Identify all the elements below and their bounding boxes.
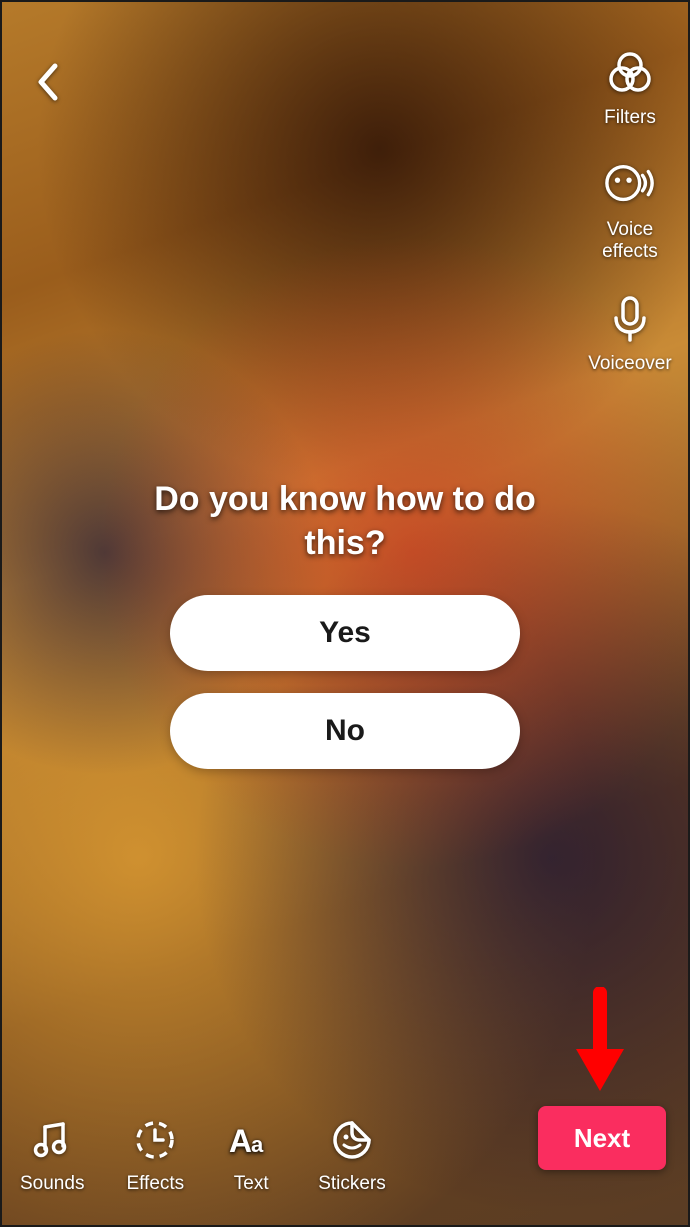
poll-option-no[interactable]: No	[170, 693, 520, 769]
voiceover-icon	[604, 293, 656, 345]
voiceover-button[interactable]: Voiceover	[588, 293, 671, 375]
video-editor-screen: Filters Voice effects	[0, 0, 690, 1227]
filters-label: Filters	[604, 107, 656, 129]
stickers-label: Stickers	[318, 1173, 386, 1195]
svg-text:A: A	[229, 1123, 252, 1159]
next-button-label: Next	[574, 1123, 630, 1154]
poll-option-yes[interactable]: Yes	[170, 595, 520, 671]
sounds-icon	[27, 1115, 77, 1165]
text-label: Text	[234, 1173, 269, 1195]
svg-text:a: a	[251, 1132, 264, 1157]
text-icon: A a	[226, 1115, 276, 1165]
text-button[interactable]: A a Text	[226, 1115, 276, 1195]
effects-button[interactable]: Effects	[126, 1115, 184, 1195]
voice-effects-label: Voice effects	[602, 219, 658, 263]
effects-label: Effects	[126, 1173, 184, 1195]
stickers-button[interactable]: Stickers	[318, 1115, 386, 1195]
sounds-button[interactable]: Sounds	[20, 1115, 84, 1195]
annotation-arrow-icon	[570, 987, 630, 1097]
next-button[interactable]: Next	[538, 1106, 666, 1170]
sounds-label: Sounds	[20, 1173, 84, 1195]
poll-sticker[interactable]: Do you know how to do this? Yes No	[135, 477, 555, 791]
filters-button[interactable]: Filters	[604, 47, 656, 129]
filters-icon	[604, 47, 656, 99]
voice-effects-icon	[604, 159, 656, 211]
right-toolbar: Filters Voice effects	[580, 47, 680, 374]
stickers-icon	[327, 1115, 377, 1165]
poll-question: Do you know how to do this?	[135, 477, 555, 565]
chevron-left-icon	[35, 62, 63, 102]
voice-effects-button[interactable]: Voice effects	[602, 159, 658, 263]
back-button[interactable]	[24, 57, 74, 107]
effects-icon	[130, 1115, 180, 1165]
bottom-toolbar: Sounds Effects A a Text	[20, 1115, 386, 1195]
voiceover-label: Voiceover	[588, 353, 671, 375]
